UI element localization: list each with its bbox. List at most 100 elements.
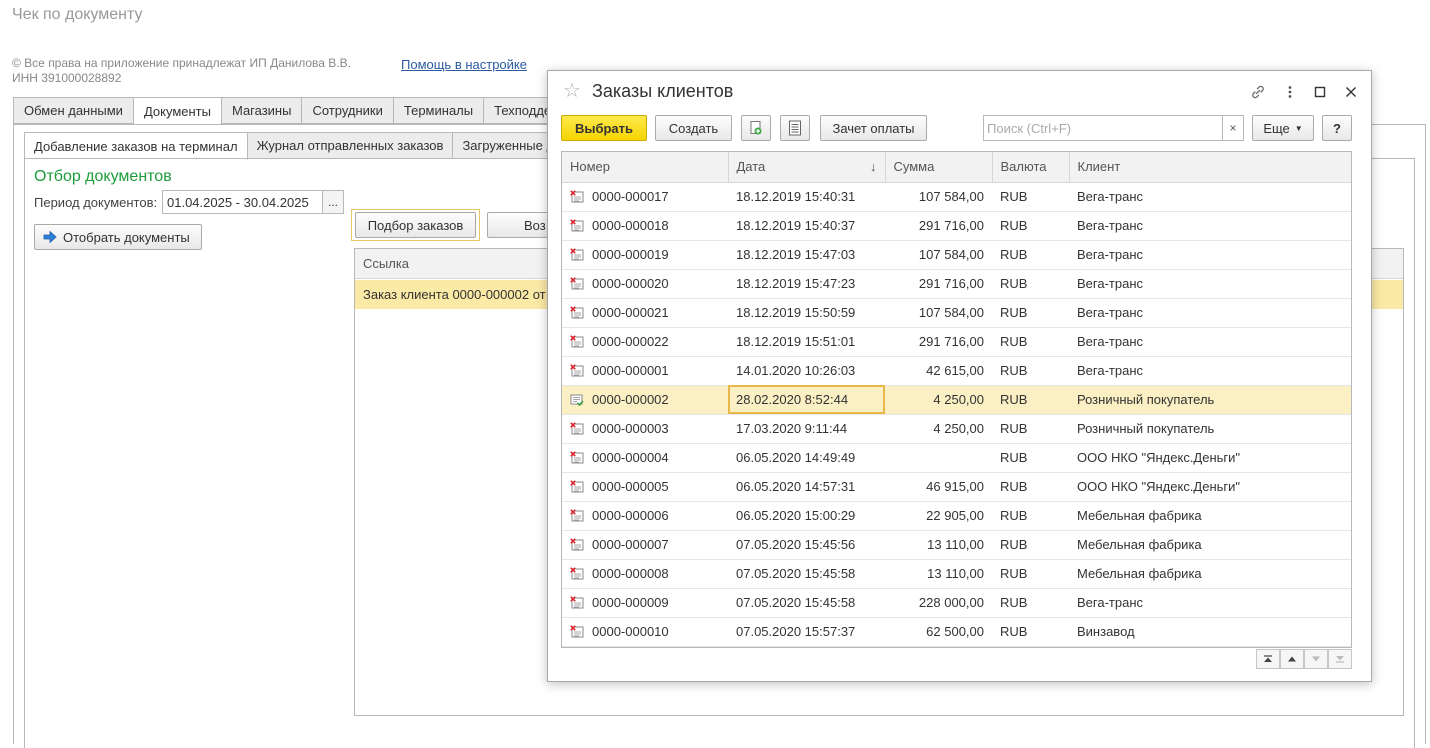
cell-currency[interactable]: RUB [992, 559, 1069, 589]
cell-sum[interactable]: 291 716,00 [885, 327, 992, 357]
cell-sum[interactable]: 228 000,00 [885, 588, 992, 618]
cell-sum[interactable]: 4 250,00 [885, 385, 992, 415]
cell-currency[interactable]: RUB [992, 385, 1069, 415]
cell-sum[interactable]: 107 584,00 [885, 240, 992, 270]
cell-date[interactable]: 06.05.2020 14:57:31 [728, 472, 885, 502]
cell-sum[interactable]: 13 110,00 [885, 559, 992, 589]
page-up-icon[interactable] [1280, 649, 1304, 669]
create-button[interactable]: Создать [655, 115, 732, 141]
cell-sum[interactable]: 4 250,00 [885, 414, 992, 444]
cell-date[interactable]: 17.03.2020 9:11:44 [728, 414, 885, 444]
cell-currency[interactable]: RUB [992, 298, 1069, 328]
cell-currency[interactable]: RUB [992, 211, 1069, 241]
table-row[interactable]: 0000-000003 17.03.2020 9:11:44 4 250,00 RUB… [562, 414, 1351, 444]
link-icon[interactable] [1249, 83, 1267, 101]
search-clear-button[interactable]: × [1222, 115, 1244, 141]
cell-number[interactable]: 0000-000022 [562, 327, 728, 357]
cell-sum[interactable]: 62 500,00 [885, 617, 992, 647]
copy-add-button[interactable] [741, 115, 771, 141]
cell-date[interactable]: 07.05.2020 15:45:58 [728, 559, 885, 589]
filter-documents-button[interactable]: Отобрать документы [34, 224, 202, 250]
cell-client[interactable]: Мебельная фабрика [1069, 530, 1351, 560]
subtab-add-orders[interactable]: Добавление заказов на терминал [24, 132, 248, 160]
column-header-sum[interactable]: Сумма [885, 152, 993, 183]
help-button[interactable]: ? [1322, 115, 1352, 141]
cell-date[interactable]: 18.12.2019 15:47:23 [728, 269, 885, 299]
last-page-icon[interactable] [1328, 649, 1352, 669]
pick-orders-button[interactable]: Подбор заказов [355, 212, 476, 238]
column-header-client[interactable]: Клиент [1069, 152, 1351, 183]
tab-documents[interactable]: Документы [133, 97, 222, 125]
column-header-number[interactable]: Номер [562, 152, 729, 183]
cell-currency[interactable]: RUB [992, 269, 1069, 299]
cell-sum[interactable]: 42 615,00 [885, 356, 992, 386]
cell-number[interactable]: 0000-000020 [562, 269, 728, 299]
first-page-icon[interactable] [1256, 649, 1280, 669]
period-select-button[interactable]: ... [322, 190, 344, 214]
cell-sum[interactable]: 13 110,00 [885, 530, 992, 560]
search-input[interactable]: Поиск (Ctrl+F) [983, 115, 1223, 141]
cell-date[interactable]: 18.12.2019 15:51:01 [728, 327, 885, 357]
cell-date[interactable]: 28.02.2020 8:52:44 [728, 385, 885, 415]
table-row[interactable]: 0000-000004 06.05.2020 14:49:49 RUB ООО НКО… [562, 443, 1351, 473]
more-button[interactable]: Еще ▼ [1252, 115, 1314, 141]
help-setup-link[interactable]: Помощь в настройке [401, 57, 527, 72]
column-header-date[interactable]: Дата ↓ [728, 152, 886, 183]
cell-number[interactable]: 0000-000017 [562, 182, 728, 212]
cell-client[interactable]: ООО НКО "Яндекс.Деньги" [1069, 443, 1351, 473]
cell-number[interactable]: 0000-000001 [562, 356, 728, 386]
cell-date[interactable]: 07.05.2020 15:45:56 [728, 530, 885, 560]
cell-client[interactable]: Мебельная фабрика [1069, 501, 1351, 531]
cell-client[interactable]: Вега-транс [1069, 269, 1351, 299]
cell-currency[interactable]: RUB [992, 414, 1069, 444]
cell-sum[interactable]: 107 584,00 [885, 298, 992, 328]
cell-date[interactable]: 06.05.2020 15:00:29 [728, 501, 885, 531]
cell-sum[interactable]: 22 905,00 [885, 501, 992, 531]
cell-number[interactable]: 0000-000003 [562, 414, 728, 444]
cell-client[interactable]: Винзавод [1069, 617, 1351, 647]
cell-client[interactable]: Розничный покупатель [1069, 414, 1351, 444]
more-vertical-icon[interactable] [1281, 83, 1299, 101]
cell-date[interactable]: 07.05.2020 15:57:37 [728, 617, 885, 647]
cell-sum[interactable]: 107 584,00 [885, 182, 992, 212]
cell-currency[interactable]: RUB [992, 182, 1069, 212]
table-row[interactable]: 0000-000005 06.05.2020 14:57:31 46 915,00 R… [562, 472, 1351, 502]
table-row[interactable]: 0000-000017 18.12.2019 15:40:31 107 584,00… [562, 182, 1351, 212]
payment-offset-button[interactable]: Зачет оплаты [820, 115, 927, 141]
cell-currency[interactable]: RUB [992, 501, 1069, 531]
table-row[interactable]: 0000-000008 07.05.2020 15:45:58 13 110,00 R… [562, 559, 1351, 589]
tab-terminals[interactable]: Терминалы [393, 97, 485, 124]
table-row[interactable]: 0000-000018 18.12.2019 15:40:37 291 716,00… [562, 211, 1351, 241]
cell-sum[interactable]: 291 716,00 [885, 269, 992, 299]
column-header-currency[interactable]: Валюта [992, 152, 1070, 183]
cell-client[interactable]: Вега-транс [1069, 356, 1351, 386]
table-row[interactable]: 0000-000007 07.05.2020 15:45:56 13 110,00 R… [562, 530, 1351, 560]
tab-employees[interactable]: Сотрудники [302, 97, 394, 124]
cell-date[interactable]: 18.12.2019 15:40:31 [728, 182, 885, 212]
cell-currency[interactable]: RUB [992, 356, 1069, 386]
list-view-button[interactable] [780, 115, 810, 141]
cell-currency[interactable]: RUB [992, 240, 1069, 270]
table-row[interactable]: 0000-000020 18.12.2019 15:47:23 291 716,00… [562, 269, 1351, 299]
cell-number[interactable]: 0000-000005 [562, 472, 728, 502]
cell-sum[interactable] [885, 443, 992, 473]
cell-date[interactable]: 18.12.2019 15:40:37 [728, 211, 885, 241]
table-row[interactable]: 0000-000006 06.05.2020 15:00:29 22 905,00 R… [562, 501, 1351, 531]
cell-currency[interactable]: RUB [992, 530, 1069, 560]
cell-date[interactable]: 14.01.2020 10:26:03 [728, 356, 885, 386]
cell-number[interactable]: 0000-000002 [562, 385, 728, 415]
table-row[interactable]: 0000-000022 18.12.2019 15:51:01 291 716,00… [562, 327, 1351, 357]
favorite-star-icon[interactable]: ☆ [563, 81, 581, 101]
cell-number[interactable]: 0000-000019 [562, 240, 728, 270]
cell-number[interactable]: 0000-000004 [562, 443, 728, 473]
cell-client[interactable]: Вега-транс [1069, 182, 1351, 212]
cell-date[interactable]: 06.05.2020 14:49:49 [728, 443, 885, 473]
cell-date[interactable]: 18.12.2019 15:47:03 [728, 240, 885, 270]
cell-currency[interactable]: RUB [992, 472, 1069, 502]
cell-number[interactable]: 0000-000006 [562, 501, 728, 531]
cell-client[interactable]: Вега-транс [1069, 327, 1351, 357]
cell-client[interactable]: ООО НКО "Яндекс.Деньги" [1069, 472, 1351, 502]
subtab-sent-orders-log[interactable]: Журнал отправленных заказов [247, 132, 454, 159]
table-row[interactable]: 0000-000001 14.01.2020 10:26:03 42 615,00 R… [562, 356, 1351, 386]
cell-client[interactable]: Мебельная фабрика [1069, 559, 1351, 589]
